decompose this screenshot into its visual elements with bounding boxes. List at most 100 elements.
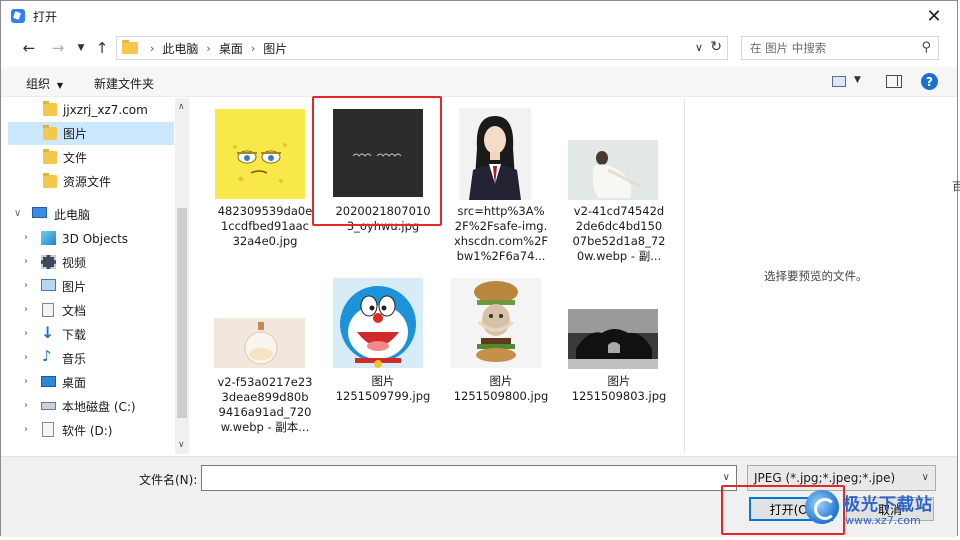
preview-empty-message: 选择要预览的文件。 xyxy=(764,269,868,283)
chevron-right-icon[interactable]: › xyxy=(24,256,28,267)
file-thumbnail xyxy=(215,109,305,199)
file-thumbnail xyxy=(568,309,658,369)
arrow-right-icon: → xyxy=(51,39,65,57)
preview-pane: 选择要预览的文件。 xyxy=(684,98,952,454)
chevron-up-icon[interactable]: ∧ xyxy=(178,102,185,112)
chevron-right-icon[interactable]: › xyxy=(24,280,28,291)
filename-input[interactable] xyxy=(202,466,702,490)
sidebar-item-pictures[interactable]: › 图片 xyxy=(8,275,174,298)
filename-combobox[interactable]: ∨ xyxy=(201,465,737,491)
chevron-right-icon[interactable]: › xyxy=(24,376,28,387)
doraemon-thumbnail xyxy=(340,286,416,368)
file-name: src=http%3A% 2F%2Fsafe-img. xhscdn.com%2F b… xyxy=(453,204,549,263)
chevron-right-icon: › xyxy=(250,41,256,55)
forward-button[interactable]: → xyxy=(48,35,68,61)
woman-thumbnail xyxy=(568,140,658,200)
drive-icon xyxy=(41,402,56,410)
chevron-right-icon[interactable]: › xyxy=(24,424,28,435)
chevron-right-icon: › xyxy=(150,41,155,55)
file-thumbnail xyxy=(568,140,658,200)
pictures-icon xyxy=(41,279,56,291)
film-icon xyxy=(41,255,56,269)
breadcrumb-pictures[interactable]: 图片 xyxy=(263,40,287,57)
chevron-right-icon[interactable]: › xyxy=(24,328,28,339)
sidebar-item-label: 资源文件 xyxy=(63,175,112,189)
help-icon[interactable]: ? xyxy=(921,73,938,90)
close-icon: ✕ xyxy=(926,5,942,27)
chevron-down-icon[interactable]: ∨ xyxy=(178,440,185,450)
breadcrumb-desktop[interactable]: 桌面 xyxy=(219,40,243,57)
file-thumbnail xyxy=(333,278,423,368)
portrait-thumbnail xyxy=(469,116,521,200)
breadcrumb-this-pc[interactable]: 此电脑 xyxy=(162,40,198,57)
organize-label: 组织 xyxy=(26,77,51,91)
arrow-up-icon: ↑ xyxy=(95,39,109,57)
sidebar-scrollbar[interactable]: ∧ ∨ xyxy=(175,98,189,454)
search-input[interactable] xyxy=(750,41,910,55)
window-title: 打开 xyxy=(33,9,58,24)
address-dropdown-icon[interactable]: ∨ xyxy=(695,41,703,54)
sidebar-item-jjxzrj[interactable]: jjxzrj_xz7.com xyxy=(8,98,174,121)
chevron-right-icon[interactable]: › xyxy=(24,352,28,363)
sidebar-item-3d-objects[interactable]: › 3D Objects xyxy=(8,227,174,250)
sidebar-item-desktop[interactable]: › 桌面 xyxy=(8,371,174,394)
highlight-box-selected-file xyxy=(312,96,442,226)
arrow-left-icon: ← xyxy=(22,39,36,57)
file-type-value: JPEG (*.jpg;*.jpeg;*.jpe) xyxy=(754,471,896,485)
recent-locations-button[interactable]: ▼ xyxy=(71,35,91,61)
music-icon: ♪ xyxy=(42,347,52,365)
folder-icon xyxy=(43,149,57,164)
sidebar-item-label: 视频 xyxy=(62,256,87,270)
refresh-icon[interactable]: ↻ xyxy=(710,39,722,55)
perfume-thumbnail xyxy=(214,318,305,368)
sidebar-item-documents[interactable]: › 文档 xyxy=(8,299,174,322)
sidebar-item-label: 音乐 xyxy=(62,352,87,366)
file-name: v2-41cd74542d 2de6dc4bd150 07be52d1a8_72 0w… xyxy=(572,204,666,263)
watermark-title: 极光下载站 xyxy=(843,495,933,515)
sidebar-item-drive-d[interactable]: › 软件 (D:) xyxy=(8,419,174,442)
file-name: 图片 1251509800.jpg xyxy=(453,374,549,403)
chevron-down-icon: ▼ xyxy=(77,43,85,53)
sidebar-item-label: 软件 (D:) xyxy=(62,424,113,438)
chevron-down-icon[interactable]: ∨ xyxy=(14,208,21,219)
app-icon xyxy=(11,9,25,23)
watermark: 极光下载站 www.xz7.com xyxy=(805,488,957,534)
chevron-right-icon[interactable]: › xyxy=(24,232,28,243)
chevron-right-icon[interactable]: › xyxy=(24,400,28,411)
organize-button[interactable]: 组织 ▼ xyxy=(26,75,63,92)
search-icon[interactable]: ⚲ xyxy=(921,40,931,55)
sidebar-item-videos[interactable]: › 视频 xyxy=(8,251,174,274)
sidebar-item-label: 图片 xyxy=(63,127,88,141)
file-name: 图片 1251509799.jpg xyxy=(335,374,431,403)
sidebar-item-files[interactable]: 文件 xyxy=(8,146,174,169)
background-edge-text: 百 xyxy=(952,180,960,193)
folder-icon xyxy=(122,40,138,54)
chevron-down-icon[interactable]: ∨ xyxy=(723,472,730,483)
scrollbar-thumb[interactable] xyxy=(177,208,187,418)
navigation-bar: ← → ▼ ↑ › 此电脑 › 桌面 › 图片 ∨ ↻ ⚲ xyxy=(1,35,957,61)
preview-pane-icon[interactable] xyxy=(886,75,902,88)
up-button[interactable]: ↑ xyxy=(92,35,112,61)
chevron-right-icon: › xyxy=(206,41,211,55)
back-button[interactable]: ← xyxy=(19,35,39,61)
chevron-down-icon[interactable]: ▼ xyxy=(854,75,861,85)
folder-icon xyxy=(43,125,57,140)
sidebar-item-downloads[interactable]: › ↓ 下载 xyxy=(8,323,174,346)
folder-icon xyxy=(43,101,57,116)
desktop-icon xyxy=(41,376,56,387)
title-bar: 打开 ✕ xyxy=(1,1,957,31)
sidebar-item-pictures-folder[interactable]: 图片 xyxy=(8,122,174,145)
sidebar-item-music[interactable]: › ♪ 音乐 xyxy=(8,347,174,370)
new-folder-button[interactable]: 新建文件夹 xyxy=(94,75,154,92)
sidebar-item-drive-c[interactable]: › 本地磁盘 (C:) xyxy=(8,395,174,418)
sidebar-item-label: 本地磁盘 (C:) xyxy=(62,400,136,414)
close-button[interactable]: ✕ xyxy=(911,1,957,31)
watermark-logo-icon xyxy=(805,490,839,524)
view-mode-icon[interactable] xyxy=(832,76,846,87)
address-bar[interactable]: › 此电脑 › 桌面 › 图片 ∨ ↻ xyxy=(116,36,728,60)
chevron-right-icon[interactable]: › xyxy=(24,304,28,315)
search-box[interactable]: ⚲ xyxy=(741,36,939,60)
sidebar-item-resources[interactable]: 资源文件 xyxy=(8,170,174,193)
cube-icon xyxy=(41,231,56,245)
sidebar-item-this-pc[interactable]: ∨ 此电脑 xyxy=(8,203,174,226)
